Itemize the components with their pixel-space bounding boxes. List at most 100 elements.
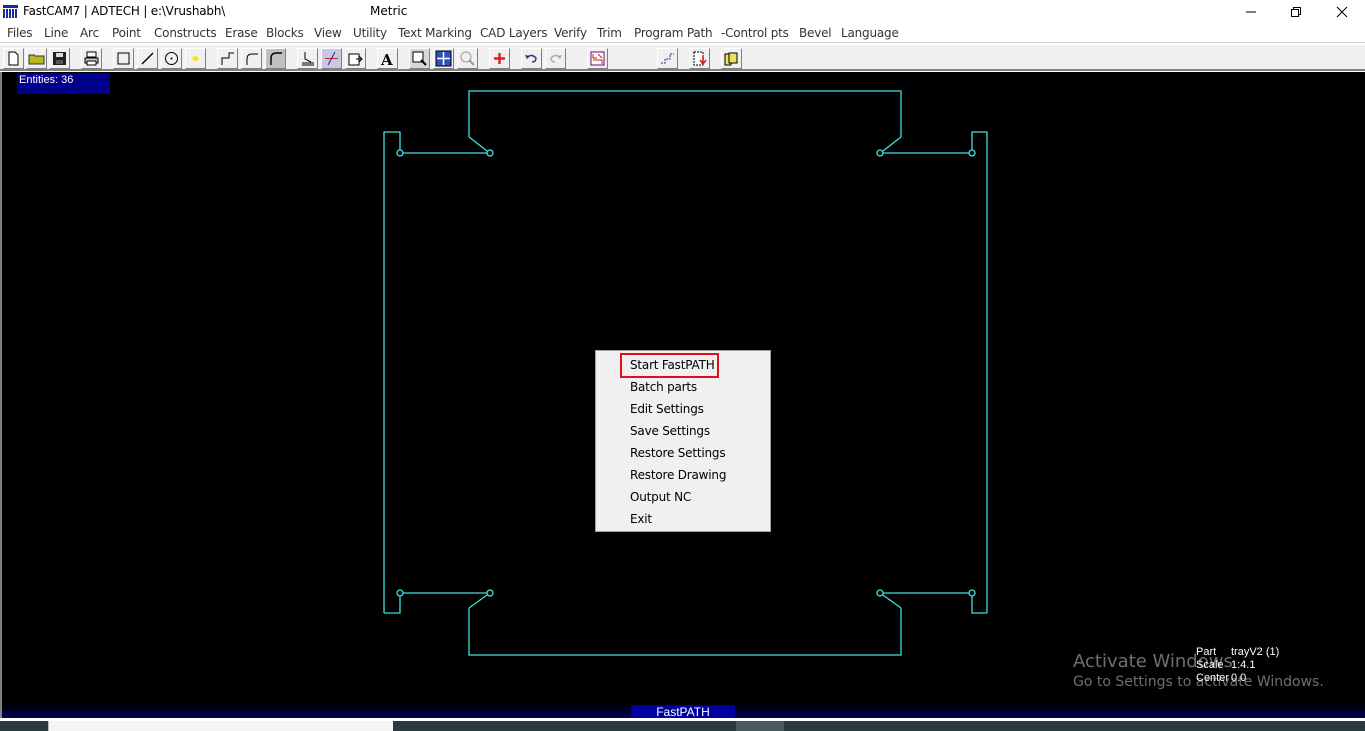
hand-cut-button[interactable] <box>297 48 318 69</box>
menu-arc[interactable]: Arc <box>80 26 99 40</box>
menu-exit[interactable]: Exit <box>630 512 652 526</box>
menu-batch-parts[interactable]: Batch parts <box>630 380 697 394</box>
top-left-notch <box>383 131 401 613</box>
top-edge <box>468 90 902 137</box>
zoom-window-button[interactable] <box>409 48 430 69</box>
print-icon <box>84 51 99 66</box>
menu-program-path[interactable]: Program Path <box>634 26 713 40</box>
layers-button[interactable] <box>587 48 608 69</box>
menu-verify[interactable]: Verify <box>554 26 587 40</box>
taskbar-segment <box>0 721 48 731</box>
add-point-button[interactable] <box>489 48 510 69</box>
menu-trim[interactable]: Trim <box>597 26 622 40</box>
undo-button[interactable] <box>521 48 542 69</box>
relief-circle <box>396 149 404 157</box>
part-value: trayV2 (1) <box>1231 646 1280 658</box>
menu-bevel[interactable]: Bevel <box>799 26 832 40</box>
menu-text-marking[interactable]: Text Marking <box>398 26 472 40</box>
relief-circle <box>486 589 494 597</box>
nc-output-icon <box>693 51 707 66</box>
export-button[interactable] <box>345 48 366 69</box>
part-label: Part <box>1196 646 1217 658</box>
open-button[interactable] <box>26 48 47 69</box>
taskbar-strip <box>0 718 1365 731</box>
menu-language[interactable]: Language <box>841 26 899 40</box>
new-file-button[interactable] <box>3 48 24 69</box>
rectangle-button[interactable] <box>113 48 134 69</box>
relief-circle <box>396 589 404 597</box>
point-button[interactable] <box>185 48 206 69</box>
menu-point[interactable]: Point <box>112 26 141 40</box>
menu-utility[interactable]: Utility <box>353 26 387 40</box>
close-icon <box>1336 6 1348 17</box>
nc-output-button[interactable] <box>689 48 710 69</box>
top-right-notch <box>971 131 988 613</box>
zoom-extents-button[interactable] <box>433 48 454 69</box>
minimize-icon <box>1246 11 1256 12</box>
part-info-panel: Part trayV2 (1) Scale 1:4.1 Center 0.0 <box>1196 646 1279 685</box>
folder-output-button[interactable] <box>721 48 742 69</box>
step-corner-icon <box>221 52 234 65</box>
menu-view[interactable]: View <box>314 26 342 40</box>
bottom-right-chamfer <box>882 594 902 609</box>
close-button[interactable] <box>1319 0 1365 23</box>
scale-value: 1:4.1 <box>1231 659 1256 671</box>
window-title: FastCAM7 | ADTECH | e:\Vrushabh\ <box>23 4 226 18</box>
step-corner-button[interactable] <box>217 48 238 69</box>
circle-button[interactable] <box>161 48 182 69</box>
relief-circle <box>968 589 976 597</box>
trim-button[interactable] <box>321 48 342 69</box>
redo-icon <box>550 54 562 63</box>
fastpath-context-menu: Start FastPATH Batch parts Edit Settings… <box>595 350 771 532</box>
center-value: 0.0 <box>1231 672 1247 684</box>
folder-output-icon <box>724 52 738 66</box>
relief-circle <box>968 149 976 157</box>
fillet-corner-button[interactable] <box>241 48 262 69</box>
entities-count: Entities: 36 <box>17 73 110 94</box>
menu-blocks[interactable]: Blocks <box>266 26 304 40</box>
path-button[interactable] <box>657 48 678 69</box>
relief-circle <box>876 149 884 157</box>
toolbar: A <box>0 44 1365 71</box>
scale-label: Scale <box>1196 659 1224 671</box>
fillet-corner-icon <box>246 53 258 65</box>
hand-cut-icon <box>302 52 314 66</box>
line-button[interactable] <box>137 48 158 69</box>
menu-start-fastpath[interactable]: Start FastPATH <box>630 358 715 372</box>
open-folder-icon <box>28 54 45 65</box>
restore-icon <box>1291 6 1301 17</box>
trim-icon <box>325 51 338 66</box>
menu-save-settings[interactable]: Save Settings <box>630 424 710 438</box>
menu-erase[interactable]: Erase <box>225 26 258 40</box>
undo-icon <box>525 54 537 63</box>
menu-files[interactable]: Files <box>7 26 33 40</box>
menu-constructs[interactable]: Constructs <box>154 26 217 40</box>
save-button[interactable] <box>49 48 70 69</box>
line-icon <box>141 52 154 65</box>
taskbar-search[interactable] <box>48 721 393 731</box>
save-disk-icon <box>53 52 66 65</box>
fastcam-logo-icon <box>3 5 18 18</box>
text-button[interactable]: A <box>377 48 398 69</box>
zoom-previous-icon <box>460 51 475 66</box>
menu-cad-layers[interactable]: CAD Layers <box>480 26 548 40</box>
minimize-button[interactable] <box>1228 0 1274 23</box>
redo-button[interactable] <box>545 48 566 69</box>
menu-restore-drawing[interactable]: Restore Drawing <box>630 468 726 482</box>
zoom-extents-icon <box>435 50 452 67</box>
menu-output-nc[interactable]: Output NC <box>630 490 691 504</box>
print-button[interactable] <box>81 48 102 69</box>
zoom-previous-button[interactable] <box>457 48 478 69</box>
circle-icon <box>165 52 178 65</box>
menu-edit-settings[interactable]: Edit Settings <box>630 402 704 416</box>
restore-button[interactable] <box>1273 0 1319 23</box>
rounded-corner-button[interactable] <box>265 48 286 69</box>
taskbar-app[interactable] <box>736 721 784 731</box>
taskbar-segment <box>393 721 1365 731</box>
menu-bar: Files Line Arc Point Constructs Erase Bl… <box>0 23 1365 43</box>
menu-restore-settings[interactable]: Restore Settings <box>630 446 726 460</box>
menu-control-pts[interactable]: -Control pts <box>721 26 789 40</box>
menu-line[interactable]: Line <box>44 26 68 40</box>
title-bar: FastCAM7 | ADTECH | e:\Vrushabh\ Metric <box>0 0 1365 23</box>
bottom-right-notch <box>971 596 987 614</box>
